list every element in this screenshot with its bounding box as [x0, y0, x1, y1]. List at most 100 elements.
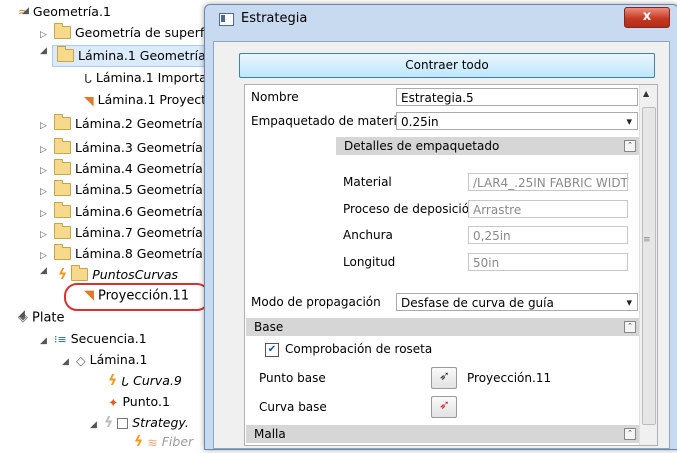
expand-arrow-icon[interactable]: ▷	[40, 25, 54, 45]
properties-panel: Nombre Estrategia.5 Empaquetado de mater…	[244, 84, 658, 446]
ply-icon: ◇	[76, 352, 86, 368]
propagation-value: Desfase de curva de guía	[401, 296, 554, 310]
collapse-arrow-icon[interactable]: ◢	[18, 309, 28, 329]
collapse-chevron-icon[interactable]: ⌃	[624, 321, 636, 333]
curve-icon: ᒐ	[84, 70, 92, 86]
folder-icon	[54, 202, 71, 218]
collapse-arrow-icon[interactable]: ◢	[90, 415, 104, 435]
collapse-arrow-icon[interactable]: ◢	[62, 352, 76, 372]
point-icon: ✦	[108, 394, 119, 410]
name-field[interactable]: Estrategia.5	[396, 88, 638, 106]
folder-icon	[54, 23, 71, 39]
folder-icon	[57, 46, 74, 62]
folder-icon	[54, 138, 71, 154]
length-label: Longitud	[343, 255, 396, 269]
tree-item-strategy[interactable]: ◢ ϟ Strategy.	[90, 413, 189, 433]
collapse-chevron-icon[interactable]: ⌃	[624, 140, 636, 152]
folder-icon	[54, 223, 71, 239]
fiber-icon: ≋	[147, 434, 158, 450]
scroll-up-arrow-icon[interactable]: ▲	[643, 89, 649, 98]
scrollbar-thumb[interactable]	[642, 107, 656, 425]
tree-item-lamina-3[interactable]: ▷ Lámina.3 Geometría	[40, 138, 203, 158]
tree-item-fiber[interactable]: ϟ ≋ Fiber	[134, 432, 193, 452]
sequence-icon: ⁝≡	[54, 332, 67, 346]
strategy-dialog: Estrategia x Contraer todo Nombre Estrat…	[204, 4, 677, 450]
rosette-check-label: Comprobación de roseta	[285, 342, 433, 356]
packaging-dropdown[interactable]: 0.25in	[396, 112, 638, 131]
tree-item-lamina-1-import[interactable]: ᒐ Lámina.1 Importa	[84, 68, 207, 88]
tree-item-lamina-1[interactable]: ◢ ◇ Lámina.1	[62, 350, 147, 370]
collapse-all-button[interactable]: Contraer todo	[239, 53, 655, 78]
base-curve-pick-button[interactable]: ➶	[431, 396, 457, 418]
tree-item-puntos-curvas[interactable]: ϟ PuntosCurvas	[58, 265, 178, 285]
tree-item-surface-geometry[interactable]: ▷ Geometría de superfi	[40, 23, 208, 43]
tree-item-lamina-1-geometry[interactable]: Lámina.1 Geometría	[52, 45, 206, 67]
base-section-label: Base	[254, 320, 284, 334]
curve-icon: ᒐ	[121, 373, 130, 389]
tree-item-secuencia-1[interactable]: ◢ ⁝≡ Secuencia.1	[40, 329, 147, 349]
projection-icon: ◥	[84, 92, 94, 108]
base-section-header[interactable]: Base ⌃	[246, 318, 640, 336]
packaging-label: Empaquetado de material	[251, 114, 408, 128]
update-bolt-icon: ϟ	[104, 415, 114, 431]
mesh-section-header[interactable]: Malla ⌃	[246, 425, 640, 443]
update-bolt-icon: ϟ	[58, 267, 68, 283]
material-field: /LAR4_.25IN FABRIC WIDTH	[468, 173, 628, 191]
cursor-pick-icon: ➶	[439, 369, 450, 384]
rosette-checkbox[interactable]: ✔	[265, 343, 279, 357]
cursor-pick-icon: ➶	[439, 398, 450, 413]
tree-item-lamina-5[interactable]: ▷ Lámina.5 Geometría	[40, 180, 203, 200]
collapse-arrow-icon[interactable]: ◢	[22, 6, 32, 26]
expand-arrow-icon[interactable]: ▷	[40, 161, 54, 181]
base-point-pick-button[interactable]: ➶	[431, 367, 457, 389]
expand-arrow-icon[interactable]: ▷	[40, 246, 54, 266]
tree-item-lamina-7[interactable]: ▷ Lámina.7 Geometría	[40, 223, 203, 243]
close-button[interactable]: x	[624, 7, 670, 28]
mesh-section-label: Malla	[254, 427, 286, 441]
tree-item-curva-9[interactable]: ϟ ᒐ Curva.9	[108, 371, 182, 391]
dialog-title: Estrategia	[241, 11, 308, 26]
dialog-titlebar[interactable]: Estrategia x	[205, 5, 677, 33]
base-point-value: Proyección.11	[467, 371, 552, 385]
expand-arrow-icon[interactable]: ▷	[40, 225, 54, 245]
deposition-label: Proceso de deposición	[343, 202, 477, 216]
tree-item-lamina-8[interactable]: ▷ Lámina.8 Geometría	[40, 244, 203, 264]
window-icon	[219, 13, 234, 26]
folder-icon	[54, 159, 71, 175]
scroll-grip-icon: ≡	[643, 235, 651, 245]
width-label: Anchura	[343, 228, 393, 242]
expand-arrow-icon[interactable]: ▷	[40, 140, 54, 160]
packaging-value: 0.25in	[401, 115, 439, 129]
expand-arrow-icon[interactable]: ▷	[40, 182, 54, 202]
tree-item-lamina-2[interactable]: ▷ Lámina.2 Geometría	[40, 114, 203, 134]
folder-icon	[54, 114, 71, 130]
tree-item-lamina-6[interactable]: ▷ Lámina.6 Geometría	[40, 202, 203, 222]
dialog-client-area: Contraer todo Nombre Estrategia.5 Empaqu…	[213, 41, 670, 449]
deposition-field: Arrastre	[468, 200, 628, 218]
folder-icon	[54, 244, 71, 260]
collapse-arrow-icon[interactable]: ◢	[40, 266, 50, 286]
tree-item-punto-1[interactable]: ✦ Punto.1	[108, 392, 170, 412]
tree-item-lamina-4[interactable]: ▷ Lámina.4 Geometría	[40, 159, 203, 179]
expand-arrow-icon[interactable]: ▷	[40, 116, 54, 136]
packaging-details-label: Detalles de empaquetado	[344, 139, 500, 153]
tree-item-lamina-1-projection[interactable]: ◥ Lámina.1 Proyect	[84, 90, 206, 110]
propagation-dropdown[interactable]: Desfase de curva de guía	[396, 293, 638, 312]
material-label: Material	[343, 175, 392, 189]
collapse-arrow-icon[interactable]: ◢	[40, 46, 50, 66]
specification-tree: ≈ Geometría.1 ◢ ▷ Geometría de superfi Lám…	[0, 0, 210, 450]
folder-icon	[54, 180, 71, 196]
length-field: 50in	[468, 253, 628, 271]
collapse-chevron-icon[interactable]: ⌃	[624, 428, 636, 440]
expand-arrow-icon[interactable]: ▷	[40, 204, 54, 224]
highlight-oval	[64, 283, 210, 311]
name-label: Nombre	[251, 90, 299, 104]
collapse-arrow-icon[interactable]: ◢	[40, 331, 54, 351]
base-point-label: Punto base	[259, 371, 326, 385]
folder-icon	[71, 265, 89, 281]
base-curve-label: Curva base	[259, 400, 327, 414]
vertical-scrollbar[interactable]: ▲ ≡	[639, 85, 657, 445]
update-bolt-icon: ϟ	[108, 373, 118, 389]
strategy-icon	[117, 418, 129, 429]
packaging-details-header[interactable]: Detalles de empaquetado ⌃	[336, 137, 640, 155]
